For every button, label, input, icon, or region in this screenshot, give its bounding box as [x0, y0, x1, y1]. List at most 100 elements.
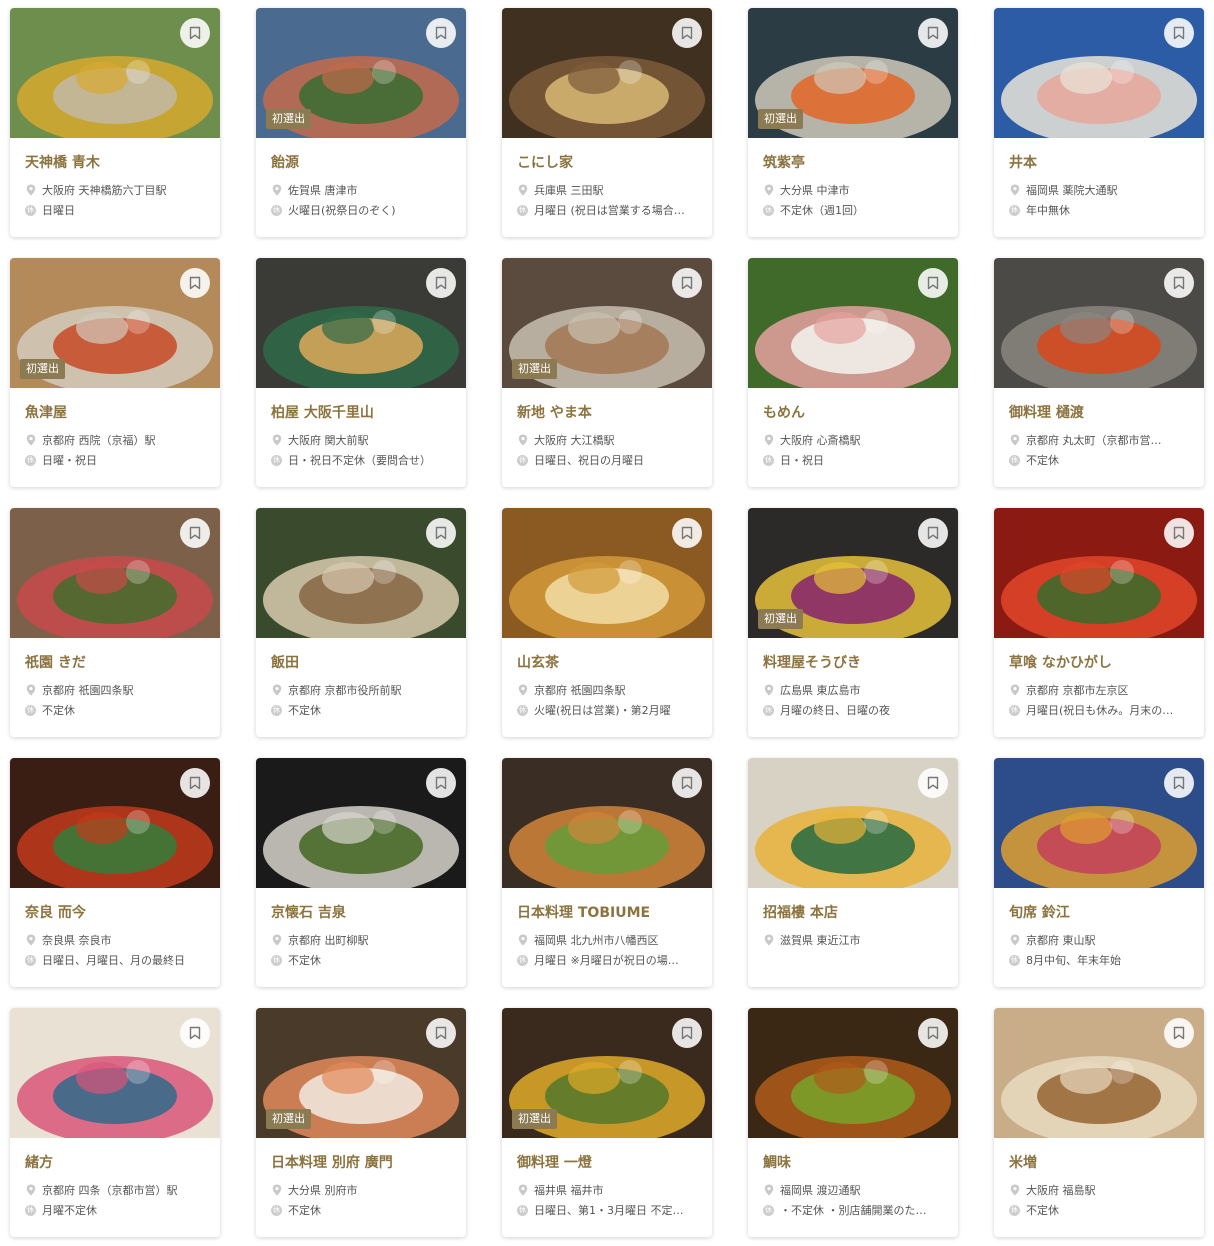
- holiday-row: 休日・祝日不定休（要問合せ）: [271, 452, 456, 468]
- restaurant-card[interactable]: 奈良 而今 奈良県 奈良市休日曜日、月曜日、月の最終日: [10, 758, 220, 987]
- restaurant-name[interactable]: 草喰 なかひがし: [1009, 652, 1194, 672]
- restaurant-name[interactable]: 料理屋そうびき: [763, 652, 948, 672]
- restaurant-name[interactable]: 祇園 きだ: [25, 652, 210, 672]
- restaurant-card[interactable]: 日本料理 TOBIUME 福岡県 北九州市八幡西区休月曜日 ※月曜日が祝日の場…: [502, 758, 712, 987]
- restaurant-card[interactable]: 飯田 京都府 京都市役所前駅休不定休: [256, 508, 466, 737]
- bookmark-button[interactable]: [918, 18, 948, 48]
- restaurant-card[interactable]: もめん 大阪府 心斎橋駅休日・祝日: [748, 258, 958, 487]
- restaurant-name[interactable]: 飴源: [271, 152, 456, 172]
- restaurant-name[interactable]: 日本料理 別府 廣門: [271, 1152, 456, 1172]
- bookmark-button[interactable]: [426, 518, 456, 548]
- restaurant-card[interactable]: 鯛味 福岡県 渡辺通駅休・不定休 ・別店舗開業のた…: [748, 1008, 958, 1237]
- holiday-icon: 休: [271, 954, 282, 966]
- bookmark-icon: [1173, 526, 1185, 540]
- holiday-text: 日曜日、月曜日、月の最終日: [42, 954, 185, 967]
- restaurant-name[interactable]: 柏屋 大阪千里山: [271, 402, 456, 422]
- bookmark-button[interactable]: [918, 518, 948, 548]
- bookmark-button[interactable]: [426, 268, 456, 298]
- bookmark-button[interactable]: [672, 518, 702, 548]
- holiday-text: 月曜の終日、日曜の夜: [780, 704, 890, 717]
- location-text: 京都府 四条（京都市営）駅: [42, 1184, 178, 1197]
- restaurant-card[interactable]: 京懐石 吉泉 京都府 出町柳駅休不定休: [256, 758, 466, 987]
- restaurant-name[interactable]: 緒方: [25, 1152, 210, 1172]
- restaurant-name[interactable]: 天神橋 青木: [25, 152, 210, 172]
- restaurant-card[interactable]: 初選出 御料理 一燈 福井県 福井市休日曜日、第1・3月曜日 不定…: [502, 1008, 712, 1237]
- restaurant-name[interactable]: 鯛味: [763, 1152, 948, 1172]
- restaurant-card[interactable]: 招福樓 本店 滋賀県 東近江市: [748, 758, 958, 987]
- bookmark-button[interactable]: [426, 18, 456, 48]
- restaurant-name[interactable]: 飯田: [271, 652, 456, 672]
- location-text: 京都府 祇園四条駅: [42, 684, 134, 697]
- bookmark-button[interactable]: [1164, 1018, 1194, 1048]
- restaurant-name[interactable]: 日本料理 TOBIUME: [517, 902, 702, 922]
- holiday-row: 休月曜日(祝日も休み。月末の…: [1009, 702, 1194, 718]
- bookmark-icon: [1173, 1026, 1185, 1040]
- restaurant-name[interactable]: 御料理 樋渡: [1009, 402, 1194, 422]
- restaurant-card[interactable]: 初選出 筑紫亭 大分県 中津市休不定休（週1回）: [748, 8, 958, 237]
- restaurant-name[interactable]: 奈良 而今: [25, 902, 210, 922]
- location-text: 福岡県 薬院大通駅: [1026, 184, 1118, 197]
- restaurant-card[interactable]: 山玄茶 京都府 祇園四条駅休火曜(祝日は営業)・第2月曜: [502, 508, 712, 737]
- new-selection-badge: 初選出: [266, 1109, 311, 1129]
- restaurant-name[interactable]: 京懐石 吉泉: [271, 902, 456, 922]
- bookmark-button[interactable]: [918, 1018, 948, 1048]
- restaurant-name[interactable]: 新地 やま本: [517, 402, 702, 422]
- bookmark-button[interactable]: [672, 1018, 702, 1048]
- location-text: 大阪府 天神橋筋六丁目駅: [42, 184, 167, 197]
- bookmark-button[interactable]: [1164, 518, 1194, 548]
- restaurant-card[interactable]: 初選出 飴源 佐賀県 唐津市休火曜日(祝祭日のぞく): [256, 8, 466, 237]
- restaurant-card[interactable]: 初選出 魚津屋 京都府 西院（京福）駅休日曜・祝日: [10, 258, 220, 487]
- restaurant-card[interactable]: 祇園 きだ 京都府 祇園四条駅休不定休: [10, 508, 220, 737]
- restaurant-card[interactable]: 初選出 新地 やま本 大阪府 大江橋駅休日曜日、祝日の月曜日: [502, 258, 712, 487]
- restaurant-name[interactable]: もめん: [763, 402, 948, 422]
- bookmark-button[interactable]: [672, 268, 702, 298]
- bookmark-button[interactable]: [180, 1018, 210, 1048]
- restaurant-card[interactable]: 米増 大阪府 福島駅休不定休: [994, 1008, 1204, 1237]
- bookmark-button[interactable]: [180, 18, 210, 48]
- restaurant-name[interactable]: 山玄茶: [517, 652, 702, 672]
- restaurant-card[interactable]: 旬席 鈴江 京都府 東山駅休 8月中旬、年末年始: [994, 758, 1204, 987]
- bookmark-button[interactable]: [180, 268, 210, 298]
- restaurant-card[interactable]: 初選出 日本料理 別府 廣門 大分県 別府市休不定休: [256, 1008, 466, 1237]
- holiday-text: 8月中旬、年末年始: [1026, 954, 1121, 967]
- restaurant-card[interactable]: 柏屋 大阪千里山 大阪府 関大前駅休日・祝日不定休（要問合せ）: [256, 258, 466, 487]
- restaurant-name[interactable]: 旬席 鈴江: [1009, 902, 1194, 922]
- bookmark-button[interactable]: [426, 768, 456, 798]
- bookmark-button[interactable]: [180, 768, 210, 798]
- bookmark-button[interactable]: [1164, 768, 1194, 798]
- restaurant-name[interactable]: 魚津屋: [25, 402, 210, 422]
- restaurant-card[interactable]: 初選出 料理屋そうびき 広島県 東広島市休月曜の終日、日曜の夜: [748, 508, 958, 737]
- bookmark-button[interactable]: [918, 768, 948, 798]
- restaurant-name[interactable]: こにし家: [517, 152, 702, 172]
- bookmark-button[interactable]: [1164, 268, 1194, 298]
- bookmark-button[interactable]: [672, 18, 702, 48]
- restaurant-name[interactable]: 米増: [1009, 1152, 1194, 1172]
- restaurant-card[interactable]: こにし家 兵庫県 三田駅休月曜日 (祝日は営業する場合…: [502, 8, 712, 237]
- holiday-icon: 休: [25, 204, 36, 216]
- holiday-icon: 休: [517, 204, 528, 216]
- bookmark-icon: [435, 1026, 447, 1040]
- bookmark-button[interactable]: [672, 768, 702, 798]
- bookmark-button[interactable]: [180, 518, 210, 548]
- holiday-row: 休不定休: [271, 952, 456, 968]
- holiday-text: 不定休（週1回）: [780, 204, 864, 217]
- holiday-icon-glyph: 休: [763, 454, 774, 466]
- restaurant-card[interactable]: 天神橋 青木 大阪府 天神橋筋六丁目駅休日曜日: [10, 8, 220, 237]
- restaurant-card[interactable]: 井本 福岡県 薬院大通駅休年中無休: [994, 8, 1204, 237]
- restaurant-name[interactable]: 招福樓 本店: [763, 902, 948, 922]
- holiday-icon-glyph: 休: [763, 204, 774, 216]
- restaurant-name[interactable]: 井本: [1009, 152, 1194, 172]
- restaurant-card[interactable]: 御料理 樋渡 京都府 丸太町（京都市営… 休不定休: [994, 258, 1204, 487]
- bookmark-button[interactable]: [1164, 18, 1194, 48]
- restaurant-name[interactable]: 筑紫亭: [763, 152, 948, 172]
- restaurant-card[interactable]: 緒方 京都府 四条（京都市営）駅休月曜不定休: [10, 1008, 220, 1237]
- bookmark-button[interactable]: [918, 268, 948, 298]
- bookmark-icon: [435, 26, 447, 40]
- restaurant-name[interactable]: 御料理 一燈: [517, 1152, 702, 1172]
- bookmark-button[interactable]: [426, 1018, 456, 1048]
- holiday-icon-glyph: 休: [25, 704, 36, 716]
- holiday-row: 休日曜・祝日: [25, 452, 210, 468]
- restaurant-grid: 天神橋 青木 大阪府 天神橋筋六丁目駅休日曜日 初選出 飴源 佐賀県 唐津市休火曜日(祝…: [0, 0, 1214, 1246]
- holiday-text: 日曜・祝日: [42, 454, 97, 467]
- restaurant-card[interactable]: 草喰 なかひがし 京都府 京都市左京区休月曜日(祝日も休み。月末の…: [994, 508, 1204, 737]
